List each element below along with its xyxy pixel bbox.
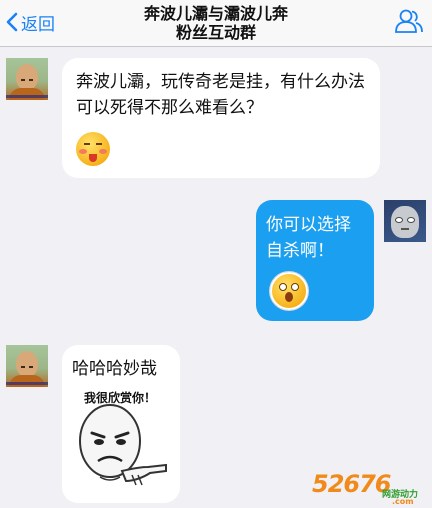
tongue-out-emoji-icon xyxy=(76,132,110,166)
meme-sticker[interactable]: 我很欣赏你！ xyxy=(70,383,170,495)
watermark-domain: .com xyxy=(392,497,414,506)
message-bubble-incoming[interactable]: 奔波儿灞，玩传奇老是挂，有什么办法可以死得不那么难看么？ xyxy=(62,58,380,178)
message-text: 奔波儿灞，玩传奇老是挂，有什么办法可以死得不那么难看么？ xyxy=(76,72,365,118)
message-text: 你可以选择自杀啊！ xyxy=(266,215,351,261)
sender-avatar[interactable] xyxy=(6,58,48,100)
back-label: 返回 xyxy=(21,14,55,35)
shocked-emoji-icon xyxy=(270,272,308,310)
message-bubble-outgoing[interactable]: 你可以选择自杀啊！ xyxy=(256,200,374,321)
my-avatar[interactable] xyxy=(384,200,426,242)
group-members-button[interactable] xyxy=(394,8,424,34)
message-text: 哈哈哈妙哉 xyxy=(72,359,157,379)
back-button[interactable]: 返回 xyxy=(6,11,55,35)
chat-title-line2: 粉丝互动群 xyxy=(175,23,256,42)
chevron-left-icon xyxy=(6,12,18,32)
sender-avatar[interactable] xyxy=(6,345,48,387)
message-bubble-incoming[interactable]: 哈哈哈妙哉 我很欣赏你！ xyxy=(62,345,180,503)
group-members-icon xyxy=(395,9,423,33)
site-watermark-logo: 52676 网游动力 .com xyxy=(312,470,428,506)
watermark-digits: 52676 xyxy=(312,470,391,498)
chat-title-line1: 奔波儿灞与灞波儿奔 xyxy=(143,4,288,23)
navigation-bar: 返回 奔波儿灞与灞波儿奔 粉丝互动群 xyxy=(0,0,432,47)
chat-title: 奔波儿灞与灞波儿奔 粉丝互动群 xyxy=(100,4,332,42)
pointing-meme-face-icon xyxy=(79,404,167,486)
